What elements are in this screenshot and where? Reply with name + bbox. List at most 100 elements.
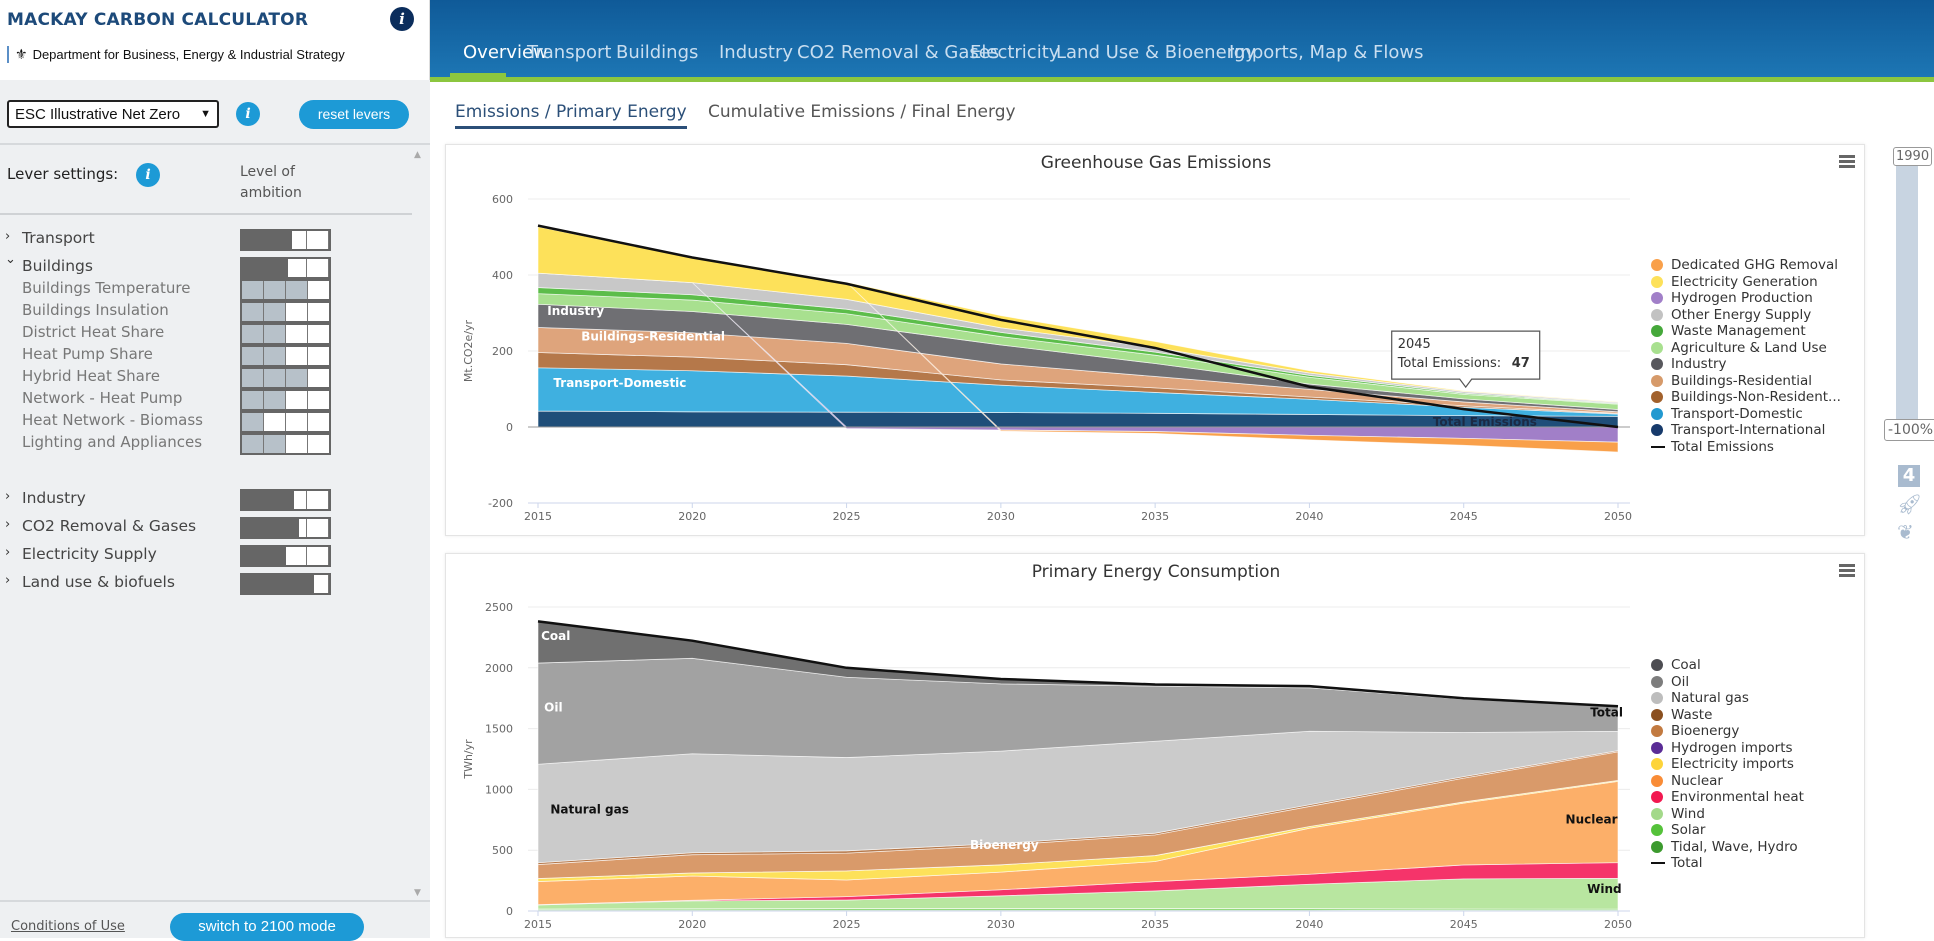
- scenario-info-icon[interactable]: i: [236, 102, 260, 126]
- legend-item[interactable]: Coal: [1651, 657, 1804, 674]
- ambition-cell[interactable]: [286, 281, 308, 299]
- legend-item[interactable]: Wind: [1651, 806, 1804, 823]
- legend-item[interactable]: Buildings-Non-Resident...: [1651, 389, 1841, 406]
- lever-row[interactable]: › CO2 Removal & Gases: [0, 516, 412, 539]
- ambition-level-bar[interactable]: [240, 345, 331, 367]
- ambition-cell[interactable]: [286, 391, 308, 409]
- ambition-cell[interactable]: [308, 435, 329, 453]
- ambition-cell[interactable]: [242, 391, 264, 409]
- lever-row[interactable]: District Heat Share: [0, 322, 412, 345]
- ambition-cell[interactable]: [264, 435, 286, 453]
- chevron-right-icon[interactable]: ›: [5, 573, 10, 588]
- ambition-level-bar[interactable]: [240, 257, 331, 279]
- tab-imports-map-flows[interactable]: Imports, Map & Flows: [1229, 42, 1424, 63]
- ambition-cell[interactable]: [264, 281, 286, 299]
- lever-row[interactable]: Hybrid Heat Share: [0, 366, 412, 389]
- number-4-icon[interactable]: 4: [1898, 465, 1920, 487]
- ambition-cell[interactable]: [286, 547, 308, 565]
- conditions-of-use-link[interactable]: Conditions of Use: [11, 919, 125, 934]
- ambition-cell[interactable]: [286, 259, 308, 277]
- ambition-level-bar[interactable]: [240, 323, 331, 345]
- lever-settings-info-icon[interactable]: i: [136, 163, 160, 187]
- lever-row[interactable]: › Electricity Supply: [0, 544, 412, 567]
- ambition-level-bar[interactable]: [240, 411, 331, 433]
- ambition-cell[interactable]: [242, 369, 264, 387]
- ambition-cell[interactable]: [308, 369, 329, 387]
- ambition-cell[interactable]: [242, 325, 264, 343]
- ambition-cell[interactable]: [242, 281, 264, 299]
- legend-item[interactable]: Bioenergy: [1651, 723, 1804, 740]
- lever-row[interactable]: ⌄ Buildings: [0, 252, 412, 279]
- ambition-cell[interactable]: [308, 325, 329, 343]
- about-info-icon[interactable]: i: [390, 7, 414, 31]
- ambition-cell[interactable]: [242, 303, 264, 321]
- legend-item[interactable]: Oil: [1651, 674, 1804, 691]
- ambition-level-bar[interactable]: [240, 573, 331, 595]
- chevron-right-icon[interactable]: ›: [5, 489, 10, 504]
- ambition-cell[interactable]: [286, 369, 308, 387]
- leaf-icon[interactable]: ❦: [1897, 520, 1914, 544]
- lever-row[interactable]: Heat Pump Share: [0, 344, 412, 367]
- legend-item[interactable]: Hydrogen imports: [1651, 740, 1804, 757]
- subtab-emissions-primary-energy[interactable]: Emissions / Primary Energy: [455, 102, 687, 129]
- legend-item[interactable]: Hydrogen Production: [1651, 290, 1841, 307]
- chevron-down-icon[interactable]: ⌄: [5, 252, 16, 267]
- switch-2100-mode-button[interactable]: switch to 2100 mode: [170, 913, 364, 941]
- legend-item[interactable]: Other Energy Supply: [1651, 307, 1841, 324]
- legend-item[interactable]: Natural gas: [1651, 690, 1804, 707]
- ambition-cell[interactable]: [286, 347, 308, 365]
- ambition-cell[interactable]: [308, 413, 329, 431]
- ambition-cell[interactable]: [264, 413, 286, 431]
- legend-item[interactable]: Environmental heat: [1651, 789, 1804, 806]
- ambition-cell[interactable]: [308, 303, 329, 321]
- tab-electricity[interactable]: Electricity: [970, 42, 1059, 63]
- scroll-up-arrow-icon[interactable]: ▲: [414, 150, 421, 160]
- tab-buildings[interactable]: Buildings: [616, 42, 698, 63]
- ambition-cell[interactable]: [264, 347, 286, 365]
- ambition-level-bar[interactable]: [240, 389, 331, 411]
- tab-transport[interactable]: Transport: [527, 42, 611, 63]
- lever-row[interactable]: › Industry: [0, 488, 412, 511]
- legend-item[interactable]: Dedicated GHG Removal: [1651, 257, 1841, 274]
- legend-item[interactable]: Nuclear: [1651, 773, 1804, 790]
- tab-industry[interactable]: Industry: [719, 42, 793, 63]
- lever-row[interactable]: › Transport: [0, 228, 412, 251]
- legend-item[interactable]: Total Emissions: [1651, 439, 1841, 456]
- ambition-level-bar[interactable]: [240, 545, 331, 567]
- lever-row[interactable]: › Land use & biofuels: [0, 572, 412, 595]
- legend-item[interactable]: Industry: [1651, 356, 1841, 373]
- legend-item[interactable]: Total: [1651, 855, 1804, 872]
- legend-item[interactable]: Buildings-Residential: [1651, 373, 1841, 390]
- baseline-slider-track[interactable]: [1896, 160, 1918, 430]
- ambition-cell[interactable]: [264, 325, 286, 343]
- legend-item[interactable]: Agriculture & Land Use: [1651, 340, 1841, 357]
- ambition-level-bar[interactable]: [240, 433, 331, 455]
- chevron-right-icon[interactable]: ›: [5, 229, 10, 244]
- baseline-year-label[interactable]: 1990: [1893, 147, 1933, 166]
- ambition-cell[interactable]: [286, 325, 308, 343]
- ambition-level-bar[interactable]: [240, 517, 331, 539]
- legend-item[interactable]: Waste Management: [1651, 323, 1841, 340]
- legend-item[interactable]: Transport-Domestic: [1651, 406, 1841, 423]
- lever-row[interactable]: Lighting and Appliances: [0, 432, 412, 455]
- rocket-icon[interactable]: 🚀︎: [1897, 492, 1922, 516]
- ambition-level-bar[interactable]: [240, 279, 331, 301]
- ambition-level-bar[interactable]: [240, 229, 331, 251]
- subtab-cumulative-emissions-final-energy[interactable]: Cumulative Emissions / Final Energy: [708, 102, 1016, 122]
- ambition-level-bar[interactable]: [240, 367, 331, 389]
- lever-row[interactable]: Network - Heat Pump: [0, 388, 412, 411]
- ambition-cell[interactable]: [308, 347, 329, 365]
- ambition-cell[interactable]: [264, 391, 286, 409]
- tab-land-use-bioenergy[interactable]: Land Use & Bioenergy: [1056, 42, 1256, 63]
- ambition-level-bar[interactable]: [240, 489, 331, 511]
- ambition-cell[interactable]: [307, 547, 329, 565]
- ambition-cell[interactable]: [307, 231, 329, 249]
- lever-row[interactable]: Buildings Insulation: [0, 300, 412, 323]
- ambition-cell[interactable]: [308, 281, 329, 299]
- lever-row[interactable]: Heat Network - Biomass: [0, 410, 412, 433]
- legend-item[interactable]: Electricity Generation: [1651, 274, 1841, 291]
- ambition-cell[interactable]: [286, 435, 308, 453]
- ambition-cell[interactable]: [242, 413, 264, 431]
- ambition-cell[interactable]: [286, 413, 308, 431]
- ambition-cell[interactable]: [307, 491, 329, 509]
